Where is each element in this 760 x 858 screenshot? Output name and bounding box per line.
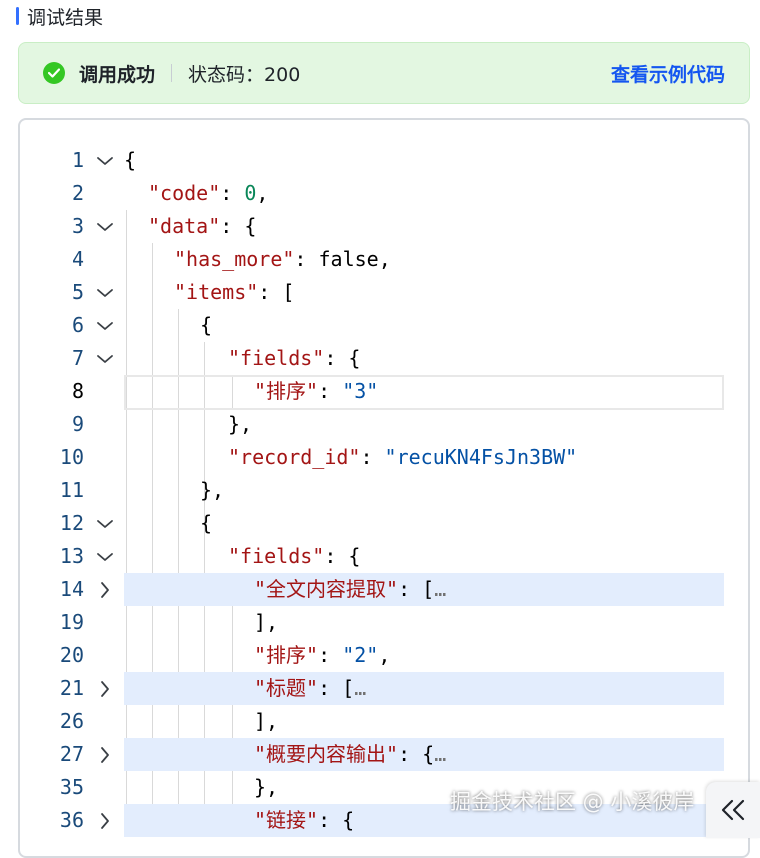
code-line: 2 "code": 0, <box>20 177 748 210</box>
divider <box>171 64 173 82</box>
code-line: 21 "标题": [… <box>20 672 748 705</box>
view-example-code-link[interactable]: 查看示例代码 <box>611 60 725 87</box>
code-line: 12 { <box>20 507 748 540</box>
chevron-down-icon[interactable] <box>94 342 116 375</box>
watermark: 掘金技术社区 @ 小溪彼岸 <box>450 790 695 814</box>
code-text: ], <box>254 610 279 634</box>
code-text: { <box>124 148 137 172</box>
code-text: { <box>200 511 213 535</box>
code-text: "排序": "3" <box>254 379 379 403</box>
code-text: "record_id": "recuKN4FsJn3BW" <box>228 445 578 469</box>
code-line: 27 "概要内容输出": {… <box>20 738 748 771</box>
line-number: 13 <box>59 544 84 568</box>
line-number: 19 <box>59 610 84 634</box>
code-line: 13 "fields": { <box>20 540 748 573</box>
section-title: 调试结果 <box>16 2 103 30</box>
line-number: 3 <box>71 214 84 238</box>
line-number: 11 <box>59 478 84 502</box>
code-text: }, <box>228 412 253 436</box>
code-text: }, <box>254 775 279 799</box>
code-line: 14 "全文内容提取": [… <box>20 573 748 606</box>
status-banner: 调用成功 状态码：200 查看示例代码 <box>18 42 750 104</box>
success-label: 调用成功 <box>79 63 156 86</box>
double-chevron-left-icon <box>721 799 745 821</box>
chevron-down-icon[interactable] <box>94 276 116 309</box>
chevron-down-icon[interactable] <box>94 144 116 177</box>
code-text: "data": { <box>148 214 257 238</box>
code-line: 8 "排序": "3" <box>20 375 748 410</box>
line-number: 8 <box>71 379 84 403</box>
check-circle-icon <box>43 62 65 84</box>
line-number: 12 <box>59 511 84 535</box>
line-number: 2 <box>71 181 84 205</box>
line-number: 10 <box>59 445 84 469</box>
code-line: 9}, <box>20 408 748 441</box>
code-text: "code": 0, <box>148 181 269 205</box>
code-text: "全文内容提取": [… <box>254 577 447 601</box>
line-number: 6 <box>71 313 84 337</box>
line-number: 7 <box>71 346 84 370</box>
code-line: 5 "items": [ <box>20 276 748 309</box>
code-line: 6{ <box>20 309 748 342</box>
line-number: 35 <box>59 775 84 799</box>
chevron-right-icon[interactable] <box>94 672 116 705</box>
code-text: "链接": { <box>254 808 355 832</box>
code-text: ], <box>254 709 279 733</box>
chevron-right-icon[interactable] <box>94 573 116 606</box>
line-number: 5 <box>71 280 84 304</box>
code-text: }, <box>200 478 225 502</box>
current-line-box <box>124 375 724 410</box>
title-accent-bar <box>16 7 19 25</box>
chevron-down-icon[interactable] <box>94 540 116 573</box>
code-line: 4 "has_more": false, <box>20 243 748 276</box>
collapse-panel-button[interactable] <box>706 782 760 838</box>
code-line: 7 "fields": { <box>20 342 748 375</box>
code-text: "标题": [… <box>254 676 367 700</box>
code-text: "items": [ <box>174 280 295 304</box>
code-text: "概要内容输出": {… <box>254 742 447 766</box>
line-number: 4 <box>71 247 84 271</box>
code-text: { <box>200 313 213 337</box>
code-text: "has_more": false, <box>174 247 391 271</box>
code-text: "fields": { <box>228 346 361 370</box>
line-number: 14 <box>59 577 84 601</box>
line-number: 26 <box>59 709 84 733</box>
code-line: 10 "record_id": "recuKN4FsJn3BW" <box>20 441 748 474</box>
line-number: 1 <box>71 148 84 172</box>
code-line: 26], <box>20 705 748 738</box>
page-title: 调试结果 <box>27 6 104 29</box>
line-number: 27 <box>59 742 84 766</box>
line-number: 36 <box>59 808 84 832</box>
chevron-down-icon[interactable] <box>94 507 116 540</box>
code-line: 3 "data": { <box>20 210 748 243</box>
code-text: "fields": { <box>228 544 361 568</box>
chevron-right-icon[interactable] <box>94 804 116 837</box>
line-number: 21 <box>59 676 84 700</box>
chevron-down-icon[interactable] <box>94 309 116 342</box>
line-number: 20 <box>59 643 84 667</box>
code-line: 19], <box>20 606 748 639</box>
code-text: "排序": "2", <box>254 643 391 667</box>
folded-line-highlight <box>124 672 724 705</box>
chevron-down-icon[interactable] <box>94 210 116 243</box>
status-code-text: 状态码：200 <box>188 63 301 86</box>
code-viewer[interactable]: 1{2 "code": 0, 3 "data": {4 "has_more": fals… <box>18 118 750 858</box>
chevron-right-icon[interactable] <box>94 738 116 771</box>
code-line: 1{ <box>20 144 748 177</box>
code-line: 11}, <box>20 474 748 507</box>
line-number: 9 <box>71 412 84 436</box>
code-line: 20 "排序": "2", <box>20 639 748 672</box>
